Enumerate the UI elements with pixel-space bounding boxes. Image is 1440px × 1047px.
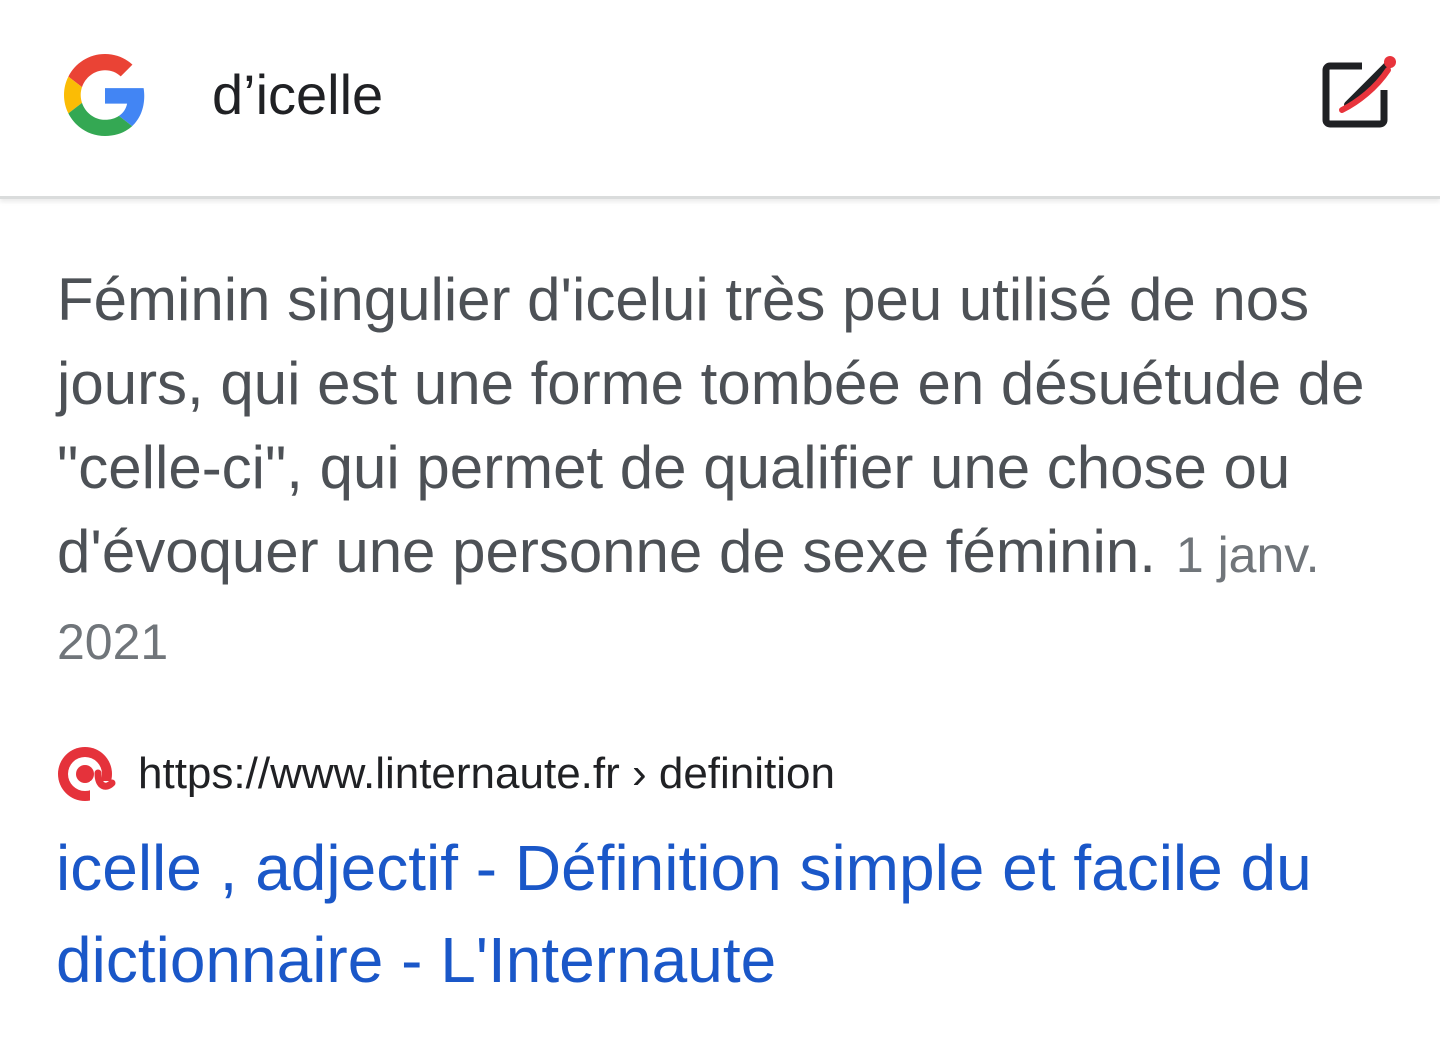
result-url[interactable]: https://www.linternaute.fr › definition xyxy=(138,749,835,799)
snippet-text: Féminin singulier d'icelui très peu util… xyxy=(57,266,1365,585)
result-title-link[interactable]: icelle , adjectif - Définition simple et… xyxy=(56,822,1406,1006)
linternaute-at-icon xyxy=(58,747,116,805)
google-g-icon[interactable] xyxy=(64,54,146,136)
result-source[interactable]: https://www.linternaute.fr › definition xyxy=(54,742,835,806)
edit-square-icon[interactable] xyxy=(1318,50,1402,134)
search-query[interactable]: d’icelle xyxy=(212,62,383,128)
search-header: d’icelle xyxy=(0,0,1440,199)
featured-snippet: Féminin singulier d'icelui très peu util… xyxy=(57,258,1387,684)
